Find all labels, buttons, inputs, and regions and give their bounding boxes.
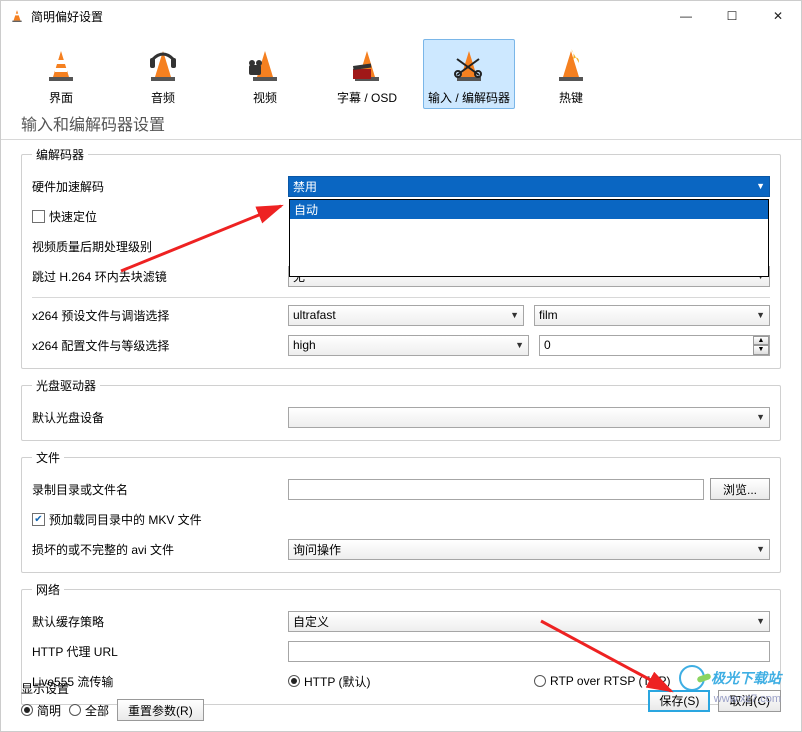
footer-left: 显示设置 简明 全部 重置参数(R) [21, 680, 204, 721]
maximize-button[interactable]: ☐ [709, 1, 755, 31]
checkbox-icon [32, 210, 45, 223]
file-legend: 文件 [32, 449, 64, 466]
cache-policy-select[interactable]: 自定义 ▼ [288, 611, 770, 632]
show-settings-label: 显示设置 [21, 680, 204, 697]
cone-film-icon [245, 42, 285, 87]
watermark-url: www.xz7.com [714, 693, 781, 705]
record-dir-label: 录制目录或文件名 [32, 481, 288, 498]
x264-level-input[interactable] [539, 335, 770, 356]
vlc-app-icon [9, 8, 25, 24]
chevron-down-icon: ▼ [756, 181, 765, 191]
window-buttons: — ☐ ✕ [663, 1, 801, 31]
tab-label: 音频 [151, 89, 175, 106]
x264-tune-select[interactable]: film ▼ [534, 305, 770, 326]
cone-icon [41, 42, 81, 87]
category-tabs: 界面 音频 视频 字幕 / OSD 输入 / 编解码器 热键 [1, 31, 801, 109]
record-dir-input[interactable] [288, 479, 704, 500]
http-proxy-label: HTTP 代理 URL [32, 643, 288, 660]
watermark: 极光下载站 [679, 665, 781, 691]
spin-up-icon[interactable]: ▲ [753, 336, 769, 346]
simple-radio[interactable]: 简明 [21, 702, 61, 719]
hwaccel-option[interactable]: 禁用 [290, 257, 768, 276]
broken-avi-label: 损坏的或不完整的 avi 文件 [32, 541, 288, 558]
titlebar: 简明偏好设置 — ☐ ✕ [1, 1, 801, 31]
x264-preset-value: ultrafast [293, 308, 336, 322]
chevron-down-icon: ▼ [756, 310, 765, 320]
default-disc-select[interactable]: ▼ [288, 407, 770, 428]
hwaccel-dropdown: 自动 Direct3D11 视频加速 DirectX 视频加速 (DXVA) 2… [289, 199, 769, 277]
watermark-logo-icon [679, 665, 705, 691]
preload-mkv-label: 预加载同目录中的 MKV 文件 [49, 511, 202, 528]
cone-scissors-icon [449, 42, 489, 87]
x264-profile-select[interactable]: high ▼ [288, 335, 529, 356]
network-legend: 网络 [32, 581, 64, 598]
save-button[interactable]: 保存(S) [648, 690, 710, 712]
chevron-down-icon: ▼ [756, 616, 765, 626]
content-area: 编解码器 硬件加速解码 禁用 ▼ 自动 Direct3D11 视频加速 Dire… [1, 146, 801, 705]
file-group: 文件 录制目录或文件名 浏览... ✔ 预加载同目录中的 MKV 文件 损坏的或… [21, 449, 781, 573]
broken-avi-select[interactable]: 询问操作 ▼ [288, 539, 770, 560]
all-radio[interactable]: 全部 [69, 702, 109, 719]
cache-policy-label: 默认缓存策略 [32, 613, 288, 630]
cache-policy-value: 自定义 [293, 613, 329, 630]
spin-down-icon[interactable]: ▼ [753, 345, 769, 355]
close-button[interactable]: ✕ [755, 1, 801, 31]
x264-profile-value: high [293, 338, 316, 352]
footer: 显示设置 简明 全部 重置参数(R) 保存(S) 取消(C) [21, 680, 781, 721]
fast-seek-checkbox[interactable]: 快速定位 [32, 208, 97, 225]
minimize-button[interactable]: — [663, 1, 709, 31]
optical-legend: 光盘驱动器 [32, 377, 100, 394]
cone-fire-icon [551, 42, 591, 87]
cone-clapper-icon [347, 42, 387, 87]
codec-legend: 编解码器 [32, 146, 88, 163]
tab-input-codecs[interactable]: 输入 / 编解码器 [423, 39, 515, 109]
browse-button[interactable]: 浏览... [710, 478, 770, 500]
simple-label: 简明 [37, 702, 61, 719]
fast-seek-label: 快速定位 [49, 208, 97, 225]
tab-hotkeys[interactable]: 热键 [525, 39, 617, 109]
reset-button[interactable]: 重置参数(R) [117, 699, 204, 721]
x264-preset-label: x264 预设文件与调谐选择 [32, 307, 288, 324]
tab-label: 热键 [559, 89, 583, 106]
tab-label: 字幕 / OSD [337, 89, 397, 106]
default-disc-label: 默认光盘设备 [32, 409, 288, 426]
broken-avi-value: 询问操作 [293, 541, 341, 558]
x264-tune-value: film [539, 308, 558, 322]
preload-mkv-checkbox[interactable]: ✔ 预加载同目录中的 MKV 文件 [32, 511, 202, 528]
radio-checked-icon [21, 704, 33, 716]
cone-headphones-icon [143, 42, 183, 87]
tab-label: 界面 [49, 89, 73, 106]
tab-subtitles[interactable]: 字幕 / OSD [321, 39, 413, 109]
deblock-label: 跳过 H.264 环内去块滤镜 [32, 268, 288, 285]
section-title: 输入和编解码器设置 [1, 109, 801, 140]
http-proxy-input[interactable] [288, 641, 770, 662]
x264-profile-label: x264 配置文件与等级选择 [32, 337, 288, 354]
tab-audio[interactable]: 音频 [117, 39, 209, 109]
hwaccel-option[interactable]: DirectX 视频加速 (DXVA) 2.0 [290, 238, 768, 257]
codec-group: 编解码器 硬件加速解码 禁用 ▼ 自动 Direct3D11 视频加速 Dire… [21, 146, 781, 369]
watermark-text: 极光下载站 [711, 668, 781, 688]
optical-group: 光盘驱动器 默认光盘设备 ▼ [21, 377, 781, 441]
tab-label: 输入 / 编解码器 [428, 89, 510, 106]
hwaccel-select[interactable]: 禁用 ▼ 自动 Direct3D11 视频加速 DirectX 视频加速 (DX… [288, 176, 770, 197]
hwaccel-option[interactable]: Direct3D11 视频加速 [290, 219, 768, 238]
x264-level-spinner[interactable]: ▲ ▼ [539, 335, 770, 356]
hwaccel-label: 硬件加速解码 [32, 178, 288, 195]
tab-video[interactable]: 视频 [219, 39, 311, 109]
checkbox-checked-icon: ✔ [32, 513, 45, 526]
hwaccel-option[interactable]: 自动 [290, 200, 768, 219]
tab-interface[interactable]: 界面 [15, 39, 107, 109]
radio-icon [69, 704, 81, 716]
chevron-down-icon: ▼ [515, 340, 524, 350]
chevron-down-icon: ▼ [510, 310, 519, 320]
chevron-down-icon: ▼ [756, 544, 765, 554]
all-label: 全部 [85, 702, 109, 719]
postproc-label: 视频质量后期处理级别 [32, 238, 288, 255]
chevron-down-icon: ▼ [756, 412, 765, 422]
hwaccel-value: 禁用 [293, 178, 317, 195]
spinner-buttons: ▲ ▼ [753, 336, 769, 355]
x264-preset-select[interactable]: ultrafast ▼ [288, 305, 524, 326]
window-title: 简明偏好设置 [31, 8, 663, 25]
tab-label: 视频 [253, 89, 277, 106]
